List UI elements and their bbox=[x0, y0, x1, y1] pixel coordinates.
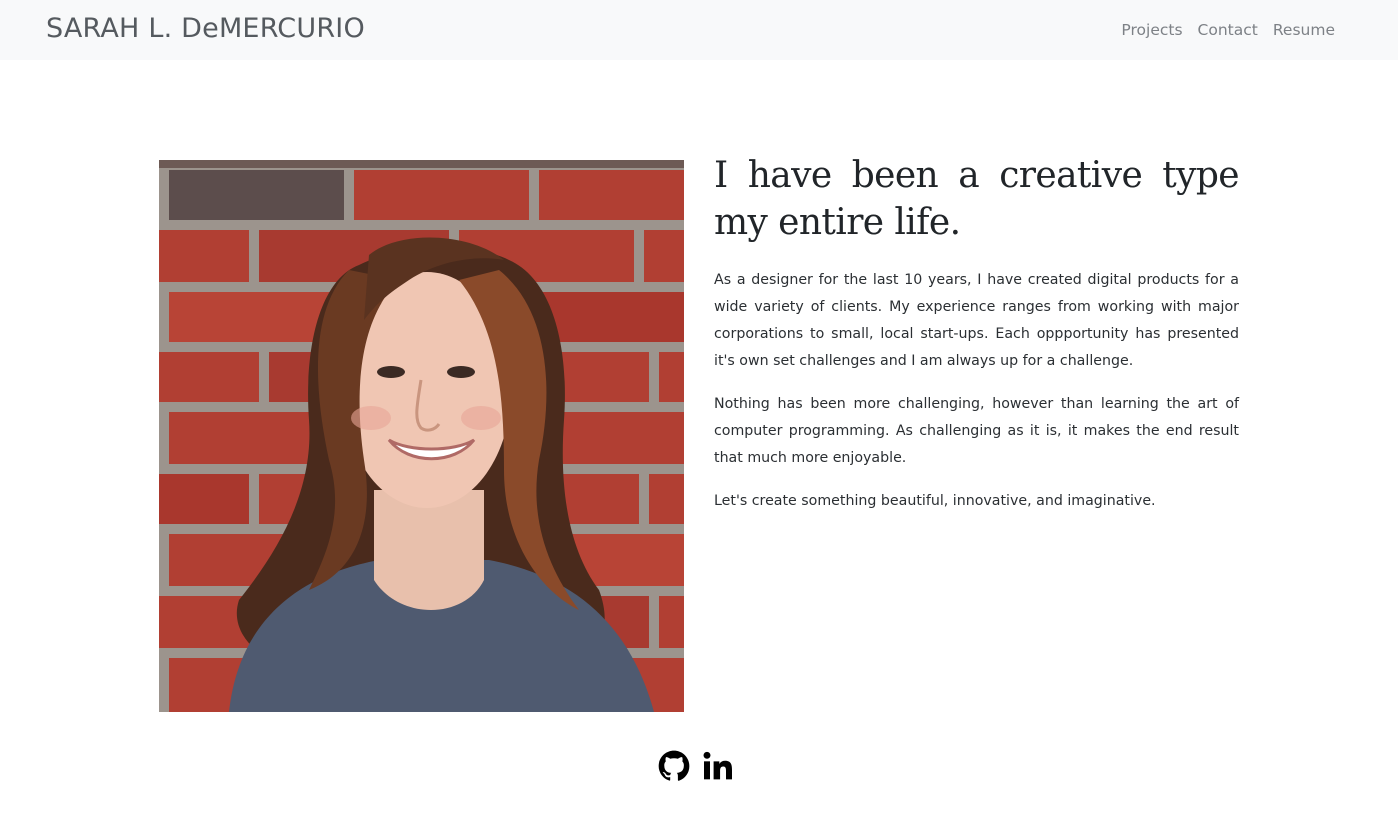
nav-link-projects[interactable]: Projects bbox=[1121, 18, 1182, 42]
nav-links: Projects Contact Resume bbox=[1121, 18, 1335, 42]
brand-link[interactable]: SARAH L. DeMERCURIO bbox=[46, 10, 365, 48]
social-links bbox=[658, 748, 734, 784]
linkedin-link[interactable] bbox=[702, 748, 734, 784]
profile-photo bbox=[159, 160, 684, 712]
about-paragraph-2: Nothing has been more challenging, howev… bbox=[714, 396, 1239, 466]
nav-link-contact[interactable]: Contact bbox=[1198, 18, 1258, 42]
nav-link-resume[interactable]: Resume bbox=[1273, 18, 1335, 42]
about-section: I have been a creative type my entire li… bbox=[714, 152, 1240, 531]
github-link[interactable] bbox=[658, 748, 690, 784]
linkedin-icon bbox=[703, 751, 732, 780]
github-icon bbox=[658, 750, 690, 781]
about-paragraph-3: Let's create something beautiful, innova… bbox=[714, 493, 1156, 509]
portrait-photo bbox=[159, 160, 684, 712]
navbar: SARAH L. DeMERCURIO Projects Contact Res… bbox=[0, 0, 1398, 60]
about-paragraph-1: As a designer for the last 10 years, I h… bbox=[714, 272, 1239, 369]
about-headline: I have been a creative type my entire li… bbox=[714, 155, 1240, 243]
